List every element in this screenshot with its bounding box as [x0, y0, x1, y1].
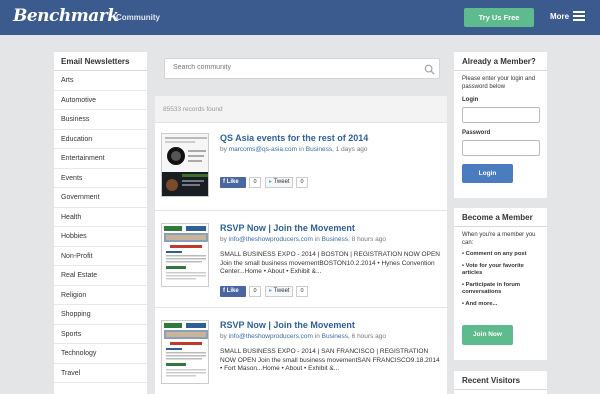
sidebar-item-sports[interactable]: Sports	[54, 325, 147, 344]
password-label: Password	[462, 130, 491, 136]
more-link[interactable]: More	[550, 12, 569, 21]
login-button[interactable]: Login	[462, 164, 513, 183]
benchmark-logo[interactable]: Benchmark	[13, 6, 119, 26]
post-thumbnail[interactable]	[161, 223, 209, 287]
post-excerpt: SMALL BUSINESS EXPO - 2014 | SAN FRANCIS…	[220, 348, 440, 372]
like-count: 0	[249, 286, 261, 297]
search-input[interactable]	[173, 64, 413, 71]
community-link[interactable]: Community	[116, 13, 160, 22]
post-author-link[interactable]: info@theshowproducers.com	[229, 333, 313, 340]
post-author-link[interactable]: info@theshowproducers.com	[229, 236, 313, 243]
post-item: RSVP Now | Join the Movement by info@the…	[155, 320, 447, 394]
post-thumbnail[interactable]	[161, 133, 209, 197]
post-item: RSVP Now | Join the Movement by info@the…	[155, 223, 447, 308]
post-meta: by info@theshowproducers.com in Business…	[220, 333, 386, 340]
benefit-item: • Participate in forum conversations	[462, 281, 521, 296]
social-buttons: f Like 0 ▸ Tweet 0	[220, 177, 360, 188]
try-us-free-button[interactable]: Try Us Free	[464, 8, 534, 27]
post-title-link[interactable]: RSVP Now | Join the Movement	[220, 223, 355, 233]
tweet-button[interactable]: ▸ Tweet	[265, 177, 293, 188]
sidebar-item-technology[interactable]: Technology	[54, 344, 147, 364]
post-item: QS Asia events for the rest of 2014 by m…	[155, 133, 447, 208]
like-count: 0	[249, 177, 261, 188]
post-title-link[interactable]: RSVP Now | Join the Movement	[220, 320, 355, 330]
password-input[interactable]	[462, 140, 540, 156]
sidebar-item-government[interactable]: Government	[54, 188, 147, 208]
tweet-count: 0	[296, 286, 308, 297]
divider	[155, 210, 447, 211]
post-excerpt: SMALL BUSINESS EXPO - 2014 | BOSTON | RE…	[220, 251, 440, 275]
sidebar-item-religion[interactable]: Religion	[54, 286, 147, 305]
top-navbar: Benchmark Community Try Us Free More	[0, 0, 600, 35]
sidebar-item-travel[interactable]: Travel	[54, 364, 147, 383]
sidebar-item-hobbies[interactable]: Hobbies	[54, 227, 147, 247]
login-input[interactable]	[462, 107, 540, 123]
sidebar-item-business[interactable]: Business	[54, 110, 147, 130]
post-feed: 85533 records found QS Asia events for t…	[155, 96, 447, 394]
twitter-bird-icon: ▸	[269, 288, 273, 294]
post-category-link[interactable]: Business	[322, 333, 348, 340]
search-icon[interactable]	[424, 64, 435, 75]
sidebar-item-shopping[interactable]: Shopping	[54, 305, 147, 325]
post-author-link[interactable]: marcoms@qs-asia.com	[229, 146, 297, 153]
post-meta: by marcoms@qs-asia.com in Business, 1 da…	[220, 146, 368, 153]
social-buttons: f Like 0 ▸ Tweet 0	[220, 286, 360, 297]
tweet-count: 0	[296, 177, 308, 188]
sidebar-item-arts[interactable]: Arts	[54, 71, 147, 91]
become-member-panel: Become a Member When you're a member you…	[454, 208, 547, 360]
category-sidebar: Email Newsletters Arts Automotive Busine…	[54, 52, 147, 394]
login-label: Login	[462, 97, 479, 103]
login-panel-title: Already a Member?	[454, 52, 547, 71]
facebook-like-button[interactable]: f Like	[220, 177, 246, 188]
facebook-like-button[interactable]: f Like	[220, 286, 246, 297]
sidebar-item-entertainment[interactable]: Entertainment	[54, 149, 147, 169]
benefit-item: • And more...	[462, 300, 498, 307]
sidebar-item-automotive[interactable]: Automotive	[54, 91, 147, 110]
tweet-button[interactable]: ▸ Tweet	[265, 286, 293, 297]
recent-visitors-title: Recent Visitors	[454, 371, 547, 390]
benefit-item: • Comment on any post	[462, 251, 527, 257]
sidebar-item-health[interactable]: Health	[54, 208, 147, 227]
become-member-title: Become a Member	[454, 208, 547, 227]
benefit-item: • Vote for your favorite articles	[462, 262, 524, 277]
recent-visitors-panel: Recent Visitors	[454, 371, 547, 394]
become-member-text: When you're a member you can:	[462, 232, 536, 246]
sidebar-item-real-estate[interactable]: Real Estate	[54, 266, 147, 286]
login-instructions: Please enter your login and password bel…	[462, 76, 536, 90]
records-count: 85533 records found	[155, 96, 447, 123]
member-benefits-list: • Comment on any post • Vote for your fa…	[454, 251, 547, 308]
sidebar-title: Email Newsletters	[54, 52, 147, 71]
sidebar-item-education[interactable]: Education	[54, 130, 147, 149]
sidebar-item-events[interactable]: Events	[54, 169, 147, 188]
sidebar-item-non-profit[interactable]: Non-Profit	[54, 247, 147, 266]
post-title-link[interactable]: QS Asia events for the rest of 2014	[220, 133, 368, 143]
post-meta: by info@theshowproducers.com in Business…	[220, 236, 386, 243]
post-thumbnail[interactable]	[161, 320, 209, 384]
hamburger-menu-icon[interactable]	[573, 11, 585, 21]
twitter-bird-icon: ▸	[269, 179, 273, 185]
post-category-link[interactable]: Business	[322, 236, 348, 243]
post-category-link[interactable]: Business	[306, 146, 332, 153]
search-box	[164, 58, 440, 79]
join-now-button[interactable]: Join Now	[462, 325, 513, 345]
login-panel: Already a Member? Please enter your logi…	[454, 52, 547, 198]
divider	[155, 307, 447, 308]
